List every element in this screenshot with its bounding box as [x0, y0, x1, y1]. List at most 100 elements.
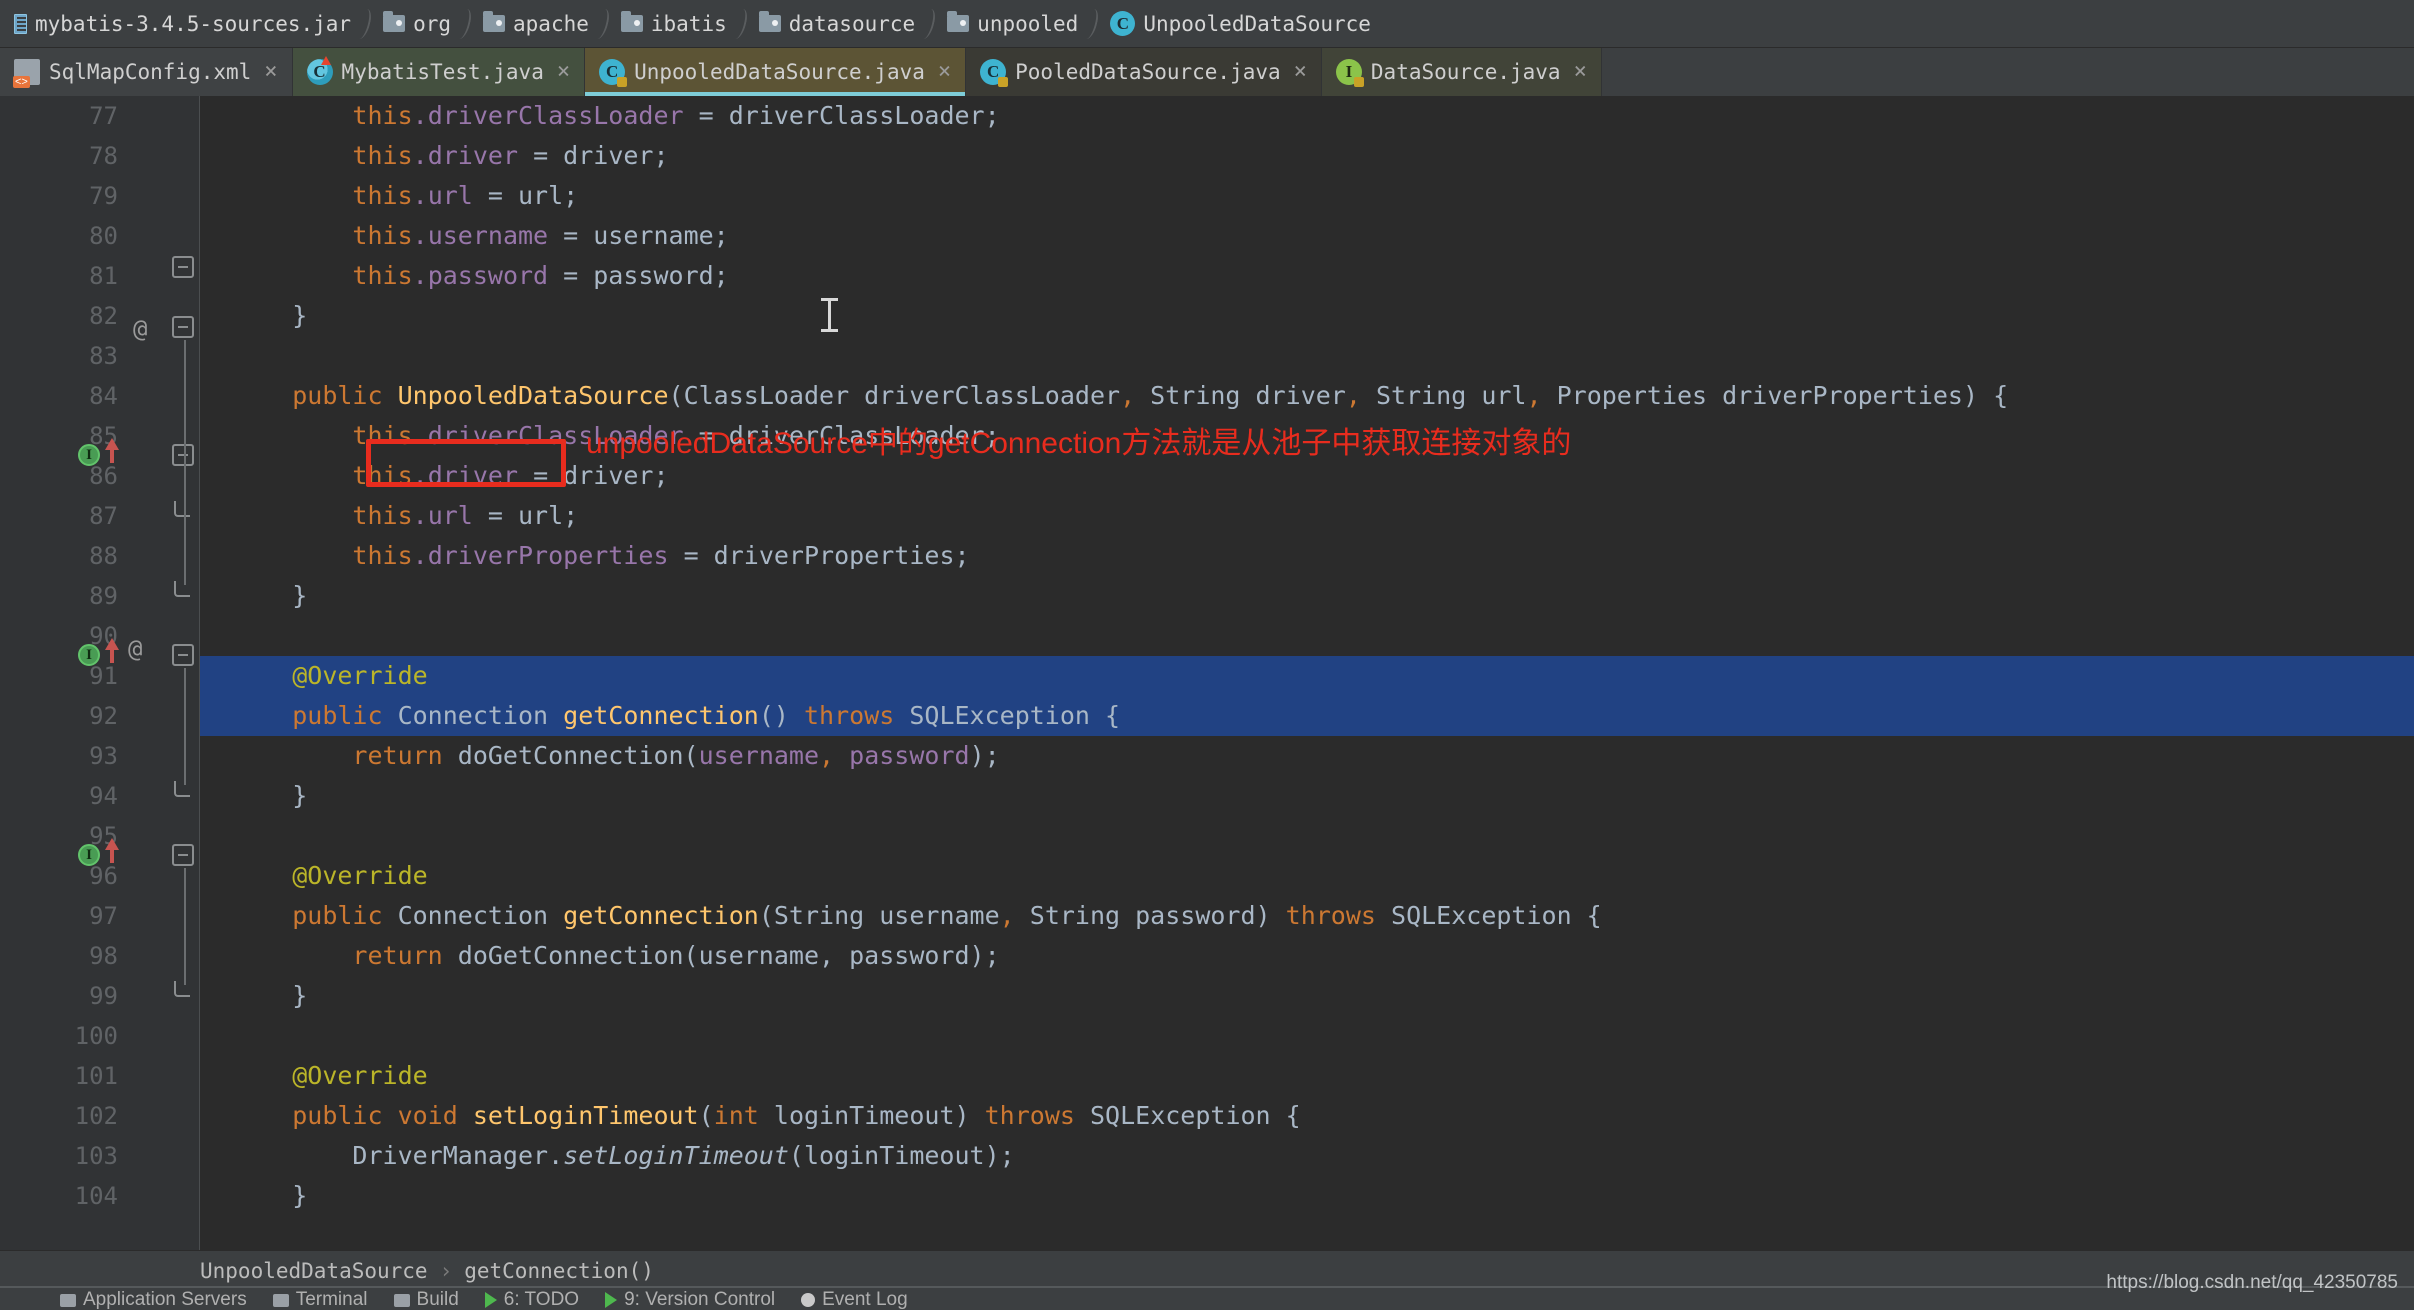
- editor-tab-datasource-java[interactable]: I DataSource.java ×: [1321, 48, 1602, 96]
- breadcrumb-item-org[interactable]: org: [369, 0, 469, 48]
- line-number: 97: [89, 902, 118, 930]
- line-number: 79: [89, 182, 118, 210]
- bottom-breadcrumb: UnpooledDataSource › getConnection(): [0, 1250, 2414, 1290]
- line-number: 90: [89, 622, 118, 650]
- code-line-86[interactable]: 86 this.driver = driver;: [0, 456, 2414, 496]
- close-icon[interactable]: ×: [1574, 61, 1587, 83]
- implementing-method-marker-102[interactable]: I: [78, 844, 100, 866]
- code-line-100[interactable]: 100: [0, 1016, 2414, 1056]
- fold-marker-82[interactable]: [172, 256, 194, 278]
- status-bar-item-9--version-control[interactable]: 9: Version Control: [605, 1290, 775, 1310]
- code-line-83[interactable]: 83: [0, 336, 2414, 376]
- code-text: }: [292, 781, 308, 810]
- code-line-82[interactable]: 82 }: [0, 296, 2414, 336]
- status-item-label: 9: Version Control: [624, 1290, 776, 1310]
- implementing-method-marker-97[interactable]: I: [78, 644, 100, 666]
- fold-marker-84[interactable]: [172, 316, 194, 338]
- breadcrumb-item-mybatis-3-4-5-sources-jar[interactable]: mybatis-3.4.5-sources.jar: [0, 0, 369, 48]
- breadcrumb-item-apache[interactable]: apache: [469, 0, 607, 48]
- breadcrumb-item-datasource[interactable]: datasource: [745, 0, 933, 48]
- code-line-87[interactable]: 87 this.url = url;: [0, 496, 2414, 536]
- code-editor[interactable]: 77 this.driverClassLoader = driverClassL…: [0, 96, 2414, 1250]
- code-line-78[interactable]: 78 this.driver = driver;: [0, 136, 2414, 176]
- code-line-94[interactable]: 94 }: [0, 776, 2414, 816]
- line-number: 91: [89, 662, 118, 690]
- close-icon[interactable]: ×: [938, 61, 951, 83]
- close-icon[interactable]: ×: [557, 61, 570, 83]
- code-text: this.driverProperties = driverProperties…: [352, 541, 970, 570]
- line-number: 85: [89, 422, 118, 450]
- code-rows: 77 this.driverClassLoader = driverClassL…: [0, 96, 2414, 1216]
- code-text: this.username = username;: [352, 221, 729, 250]
- text-cursor-icon: [821, 298, 838, 332]
- code-text: }: [292, 1181, 308, 1210]
- close-icon[interactable]: ×: [1294, 61, 1307, 83]
- code-line-80[interactable]: 80 this.username = username;: [0, 216, 2414, 256]
- close-icon[interactable]: ×: [264, 61, 277, 83]
- code-line-84[interactable]: 84 public UnpooledDataSource(ClassLoader…: [0, 376, 2414, 416]
- line-number: 94: [89, 782, 118, 810]
- editor-tab-sqlmapconfig-xml[interactable]: SqlMapConfig.xml ×: [0, 48, 293, 96]
- overriding-method-arrow-stem-97: [110, 649, 114, 663]
- line-number: 83: [89, 342, 118, 370]
- folder-icon: [620, 11, 643, 32]
- status-item-icon: [801, 1293, 816, 1307]
- breadcrumb-item-unpooled[interactable]: unpooled: [933, 0, 1096, 48]
- status-bar-item-6--todo[interactable]: 6: TODO: [484, 1290, 579, 1310]
- line-number: 84: [89, 382, 118, 410]
- implementing-method-marker-92[interactable]: I: [78, 444, 100, 466]
- fold-connector-line-92-94: [184, 468, 186, 585]
- code-line-88[interactable]: 88 this.driverProperties = driverPropert…: [0, 536, 2414, 576]
- code-line-98[interactable]: 98 return doGetConnection(username, pass…: [0, 936, 2414, 976]
- override-gutter-at-84: @: [133, 315, 148, 343]
- status-bar-item-terminal[interactable]: Terminal: [272, 1290, 368, 1310]
- java-class-icon: C: [306, 56, 333, 85]
- code-text: this.driverClassLoader = driverClassLoad…: [352, 101, 1000, 130]
- code-line-81[interactable]: 81 this.password = password;: [0, 256, 2414, 296]
- code-line-96[interactable]: 96 @Override: [0, 856, 2414, 896]
- editor-tab-label: UnpooledDataSource.java: [634, 60, 925, 84]
- breadcrumb-item-ibatis[interactable]: ibatis: [607, 0, 745, 48]
- editor-tab-pooleddatasource-java[interactable]: C PooledDataSource.java ×: [966, 48, 1322, 96]
- line-number: 104: [74, 1182, 118, 1210]
- code-line-91[interactable]: 91 @Override: [0, 656, 2414, 696]
- code-line-104[interactable]: 104 }: [0, 1176, 2414, 1216]
- code-line-79[interactable]: 79 this.url = url;: [0, 176, 2414, 216]
- code-line-99[interactable]: 99 }: [0, 976, 2414, 1016]
- code-line-89[interactable]: 89 }: [0, 576, 2414, 616]
- status-bar: Application Servers Terminal Build 6: TODO 9…: [0, 1290, 2414, 1310]
- code-line-93[interactable]: 93 return doGetConnection(username, pass…: [0, 736, 2414, 776]
- fold-end-marker-94: [174, 581, 190, 597]
- bottom-breadcrumb-method[interactable]: getConnection(): [464, 1259, 654, 1283]
- status-bar-item-event-log[interactable]: Event Log: [801, 1290, 908, 1310]
- code-line-97[interactable]: 97 public Connection getConnection(Strin…: [0, 896, 2414, 936]
- status-item-icon: [484, 1292, 497, 1308]
- status-bar-item-build[interactable]: Build: [393, 1290, 459, 1310]
- code-line-95[interactable]: 95: [0, 816, 2414, 856]
- status-item-icon: [393, 1293, 410, 1307]
- code-line-101[interactable]: 101 @Override: [0, 1056, 2414, 1096]
- fold-marker-97[interactable]: [172, 644, 194, 666]
- java-class-icon: C: [1110, 11, 1136, 36]
- code-line-90[interactable]: 90: [0, 616, 2414, 656]
- breadcrumb-item-unpooleddatasource[interactable]: C UnpooledDataSource: [1096, 0, 1389, 48]
- editor-tab-unpooleddatasource-java[interactable]: C UnpooledDataSource.java ×: [585, 48, 967, 96]
- java-interface-icon: I: [1335, 59, 1364, 87]
- line-number: 99: [89, 982, 118, 1010]
- fold-marker-102[interactable]: [172, 844, 194, 866]
- line-number: 82: [89, 302, 118, 330]
- fold-marker-92[interactable]: [172, 444, 194, 466]
- code-line-92[interactable]: 92 public Connection getConnection() thr…: [0, 696, 2414, 736]
- line-number: 100: [74, 1022, 118, 1050]
- status-item-icon: [272, 1293, 289, 1307]
- code-line-102[interactable]: 102 public void setLoginTimeout(int logi…: [0, 1096, 2414, 1136]
- navigation-breadcrumb-bar: mybatis-3.4.5-sources.jar org apache ibatis…: [0, 0, 2414, 48]
- editor-tab-mybatistest-java[interactable]: C MybatisTest.java ×: [292, 48, 586, 96]
- code-line-77[interactable]: 77 this.driverClassLoader = driverClassL…: [0, 96, 2414, 136]
- xml-file-icon: [13, 59, 40, 88]
- status-item-icon: [60, 1293, 76, 1307]
- bottom-breadcrumb-class[interactable]: UnpooledDataSource: [200, 1259, 428, 1283]
- status-bar-item-application-servers[interactable]: Application Servers: [60, 1290, 247, 1310]
- code-line-103[interactable]: 103 DriverManager.setLoginTimeout(loginT…: [0, 1136, 2414, 1176]
- editor-tab-label: SqlMapConfig.xml: [49, 60, 252, 84]
